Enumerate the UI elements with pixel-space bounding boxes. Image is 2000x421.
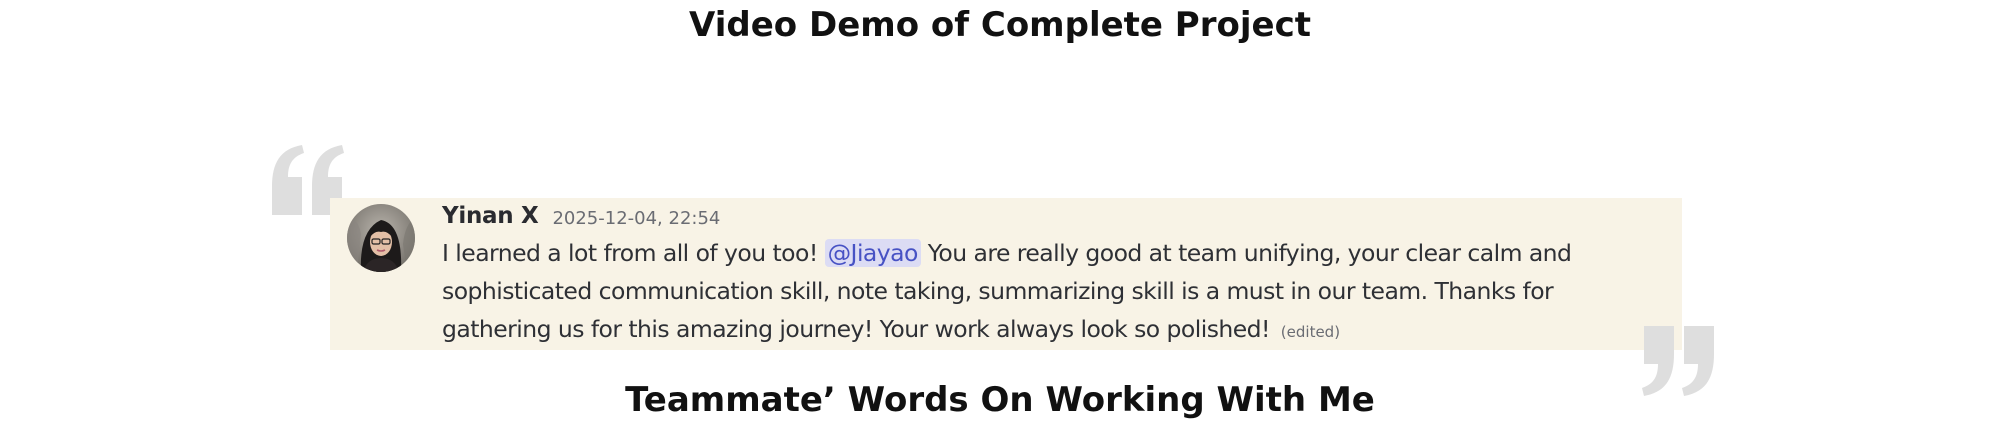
message-line-2: sophisticated communication skill, note …	[442, 277, 1554, 305]
section-title-teammate-words: Teammate’ Words On Working With Me	[625, 380, 1375, 420]
author-name[interactable]: Yinan X	[442, 203, 539, 229]
chat-message: Yinan X 2025-12-04, 22:54 I learned a lo…	[330, 198, 1682, 350]
message-body: I learned a lot from all of you too! @Ji…	[442, 234, 1652, 348]
message-timestamp[interactable]: 2025-12-04, 22:54	[552, 208, 720, 229]
message-header: Yinan X 2025-12-04, 22:54	[442, 198, 1652, 234]
message-line-3: gathering us for this amazing journey! Y…	[442, 310, 1652, 348]
message-text-part: You are really good at team unifying, yo…	[920, 239, 1572, 267]
user-mention[interactable]: @Jiayao	[824, 239, 921, 267]
edited-indicator: (edited)	[1280, 323, 1341, 341]
message-text-part: I learned a lot from all of you too!	[442, 239, 825, 267]
avatar-photo	[347, 204, 415, 272]
message-line-1: I learned a lot from all of you too! @Ji…	[442, 234, 1652, 272]
user-avatar[interactable]	[347, 204, 415, 272]
section-title-video-demo: Video Demo of Complete Project	[689, 5, 1311, 45]
message-text-part: gathering us for this amazing journey! Y…	[442, 315, 1270, 343]
message-content: Yinan X 2025-12-04, 22:54 I learned a lo…	[442, 198, 1652, 348]
